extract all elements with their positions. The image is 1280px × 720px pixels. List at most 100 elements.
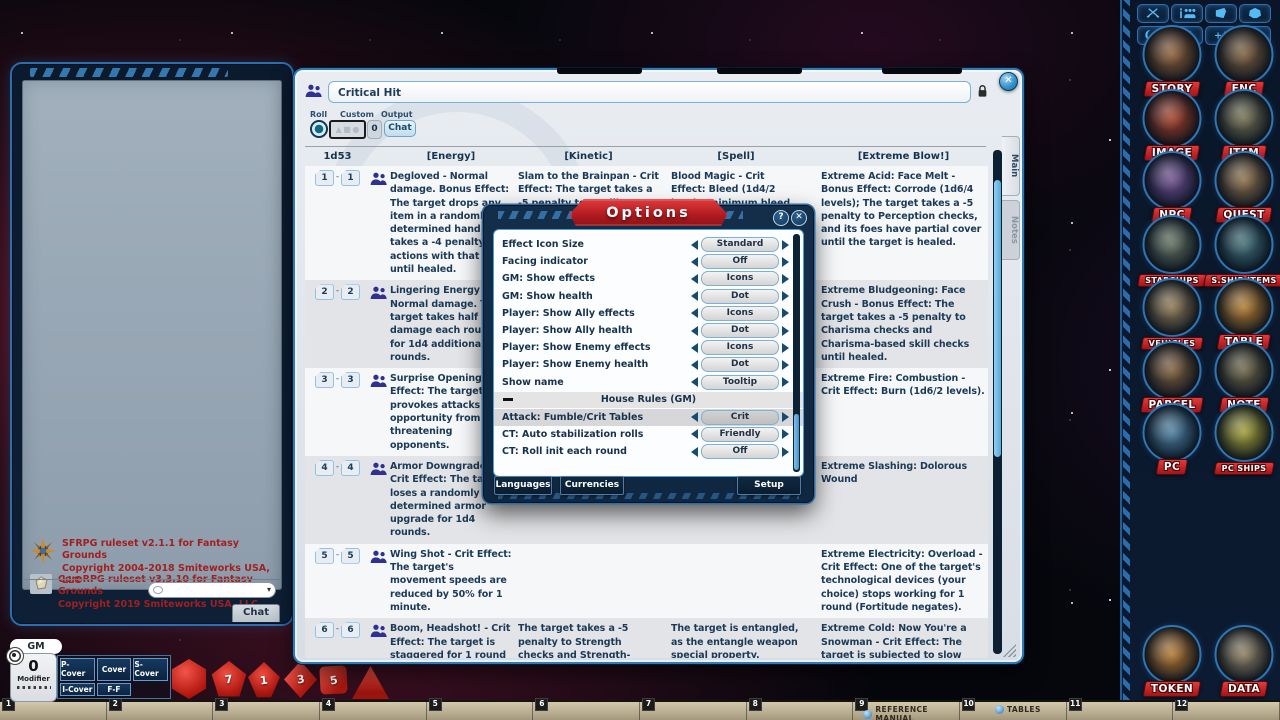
options-scrollbar-thumb[interactable] bbox=[794, 414, 799, 470]
resize-grip[interactable] bbox=[1003, 644, 1016, 657]
toolbar-button-combat-tracker[interactable] bbox=[1137, 4, 1169, 23]
stepper-left-arrow-icon[interactable] bbox=[691, 257, 698, 267]
hotkey-slot-4[interactable]: 4 bbox=[320, 702, 427, 720]
roll-range-to[interactable]: 1 bbox=[341, 170, 360, 186]
options-scrollbar[interactable] bbox=[793, 234, 800, 472]
stepper-right-arrow-icon[interactable] bbox=[782, 291, 789, 301]
table-row[interactable]: 6-6Boom, Headshot! - Crit Effect: The ta… bbox=[305, 618, 988, 658]
window-close-button[interactable]: ✕ bbox=[999, 72, 1018, 91]
chat-input[interactable]: ▾ bbox=[148, 582, 276, 598]
roll-range-from[interactable]: 1 bbox=[315, 170, 334, 186]
sidebar-item-pc-ships[interactable]: PC SHIPS bbox=[1208, 403, 1280, 475]
option-value[interactable]: Friendly bbox=[701, 427, 779, 442]
cover-button-i-cover[interactable]: I-Cover bbox=[60, 683, 95, 697]
dialog-close-button[interactable]: ✕ bbox=[791, 210, 807, 226]
lock-icon[interactable] bbox=[977, 83, 988, 102]
stepper-left-arrow-icon[interactable] bbox=[691, 274, 698, 284]
cover-button-cover[interactable]: Cover bbox=[97, 658, 132, 681]
hotkey-slot-9[interactable]: 9REFERENCE MANUAL bbox=[853, 702, 960, 720]
stepper-right-arrow-icon[interactable] bbox=[782, 257, 789, 267]
stepper-right-arrow-icon[interactable] bbox=[782, 343, 789, 353]
roll-range-from[interactable]: 4 bbox=[315, 460, 334, 476]
toolbar-button-party-sheet[interactable] bbox=[1171, 4, 1203, 23]
hotkey-slot-11[interactable]: 11 bbox=[1067, 702, 1174, 720]
sidebar-item-data[interactable]: DATA bbox=[1208, 625, 1280, 697]
roll-range-to[interactable]: 5 bbox=[341, 548, 360, 564]
hotkey-slot-7[interactable]: 7 bbox=[640, 702, 747, 720]
cover-button-s-cover[interactable]: S-Cover bbox=[133, 658, 168, 681]
roll-range-from[interactable]: 6 bbox=[315, 622, 334, 638]
stepper-right-arrow-icon[interactable] bbox=[782, 377, 789, 387]
option-value[interactable]: Icons bbox=[701, 271, 779, 286]
table-title-field[interactable]: Critical Hit bbox=[328, 81, 971, 103]
option-value[interactable]: Dot bbox=[701, 323, 779, 338]
collapse-minus-icon[interactable] bbox=[503, 398, 513, 401]
option-value[interactable]: Icons bbox=[701, 340, 779, 355]
modifier-box[interactable]: 0 Modifier bbox=[10, 653, 57, 702]
hotkey-slot-3[interactable]: 3 bbox=[213, 702, 320, 720]
roll-range-to[interactable]: 6 bbox=[341, 622, 360, 638]
stepper-left-arrow-icon[interactable] bbox=[691, 308, 698, 318]
option-value[interactable]: Crit bbox=[701, 410, 779, 425]
custom-die-selector[interactable]: ▲■● bbox=[329, 120, 366, 139]
stepper-right-arrow-icon[interactable] bbox=[782, 429, 789, 439]
toolbar-button-dice-bag[interactable] bbox=[1239, 4, 1271, 23]
sidebar-item-pc[interactable]: PC bbox=[1136, 403, 1208, 475]
roll-range-to[interactable]: 2 bbox=[341, 284, 360, 300]
stepper-right-arrow-icon[interactable] bbox=[782, 447, 789, 457]
sidebar-item-npc[interactable]: NPC bbox=[1136, 151, 1208, 223]
roll-range-from[interactable]: 3 bbox=[315, 372, 334, 388]
stepper-left-arrow-icon[interactable] bbox=[691, 240, 698, 250]
cover-button-f-f[interactable]: F-F bbox=[97, 683, 132, 697]
sidebar-item-vehicles[interactable]: VEHICLES bbox=[1136, 278, 1208, 350]
output-chat-button[interactable]: Chat bbox=[384, 120, 416, 137]
option-value[interactable]: Standard bbox=[701, 237, 779, 252]
sidebar-item-enc[interactable]: ENC bbox=[1208, 25, 1280, 97]
sidebar-item-table[interactable]: TABLE bbox=[1208, 278, 1280, 350]
hotkey-slot-2[interactable]: 2 bbox=[107, 702, 214, 720]
die-d6[interactable]: 5 bbox=[319, 665, 347, 694]
chat-log[interactable]: SFRPG ruleset v2.1.1 for Fantasy Grounds… bbox=[22, 80, 282, 590]
currencies-button[interactable]: Currencies bbox=[560, 476, 624, 495]
roll-range-from[interactable]: 5 bbox=[315, 548, 334, 564]
sidebar-item-story[interactable]: STORY bbox=[1136, 25, 1208, 97]
custom-count[interactable]: 0 bbox=[367, 120, 382, 139]
hotkey-slot-1[interactable]: 1 bbox=[0, 702, 107, 720]
stepper-right-arrow-icon[interactable] bbox=[782, 412, 789, 422]
sidebar-item-s-ship-items[interactable]: S.SHIP ITEMS bbox=[1208, 215, 1280, 287]
stepper-right-arrow-icon[interactable] bbox=[782, 308, 789, 318]
languages-button[interactable]: Languages bbox=[494, 476, 552, 495]
sidebar-item-token[interactable]: TOKEN bbox=[1136, 625, 1208, 697]
hotkey-slot-12[interactable]: 12 bbox=[1173, 702, 1280, 720]
stepper-left-arrow-icon[interactable] bbox=[691, 291, 698, 301]
roll-range-to[interactable]: 3 bbox=[341, 372, 360, 388]
hotkey-slot-6[interactable]: 6 bbox=[533, 702, 640, 720]
stepper-right-arrow-icon[interactable] bbox=[782, 326, 789, 336]
stepper-left-arrow-icon[interactable] bbox=[691, 429, 698, 439]
setup-button[interactable]: Setup bbox=[737, 476, 801, 495]
help-button[interactable]: ? bbox=[773, 210, 789, 226]
hotkey-slot-10[interactable]: 10TABLES bbox=[960, 702, 1067, 720]
stepper-left-arrow-icon[interactable] bbox=[691, 377, 698, 387]
stepper-right-arrow-icon[interactable] bbox=[782, 240, 789, 250]
stepper-left-arrow-icon[interactable] bbox=[691, 412, 698, 422]
tab-main[interactable]: Main bbox=[1002, 136, 1020, 196]
stepper-left-arrow-icon[interactable] bbox=[691, 343, 698, 353]
hotkey-slot-5[interactable]: 5 bbox=[427, 702, 534, 720]
stepper-left-arrow-icon[interactable] bbox=[691, 326, 698, 336]
tab-notes[interactable]: Notes bbox=[1002, 200, 1020, 260]
sidebar-item-quest[interactable]: QUEST bbox=[1208, 151, 1280, 223]
roll-range-from[interactable]: 2 bbox=[315, 284, 334, 300]
stepper-left-arrow-icon[interactable] bbox=[691, 360, 698, 370]
roll-range-to[interactable]: 4 bbox=[341, 460, 360, 476]
option-value[interactable]: Tooltip bbox=[701, 375, 779, 390]
hotkey-slot-8[interactable]: 8 bbox=[747, 702, 854, 720]
toolbar-button-tokens[interactable] bbox=[1205, 4, 1237, 23]
option-value[interactable]: Dot bbox=[701, 289, 779, 304]
chat-input-dropdown-icon[interactable]: ▾ bbox=[267, 586, 271, 594]
table-row[interactable]: 5-5Wing Shot - Crit Effect: The target's… bbox=[305, 544, 988, 618]
cover-button-p-cover[interactable]: P-Cover bbox=[60, 658, 95, 681]
scrollbar-thumb[interactable] bbox=[994, 180, 1001, 457]
option-value[interactable]: Off bbox=[701, 444, 779, 459]
option-value[interactable]: Dot bbox=[701, 357, 779, 372]
